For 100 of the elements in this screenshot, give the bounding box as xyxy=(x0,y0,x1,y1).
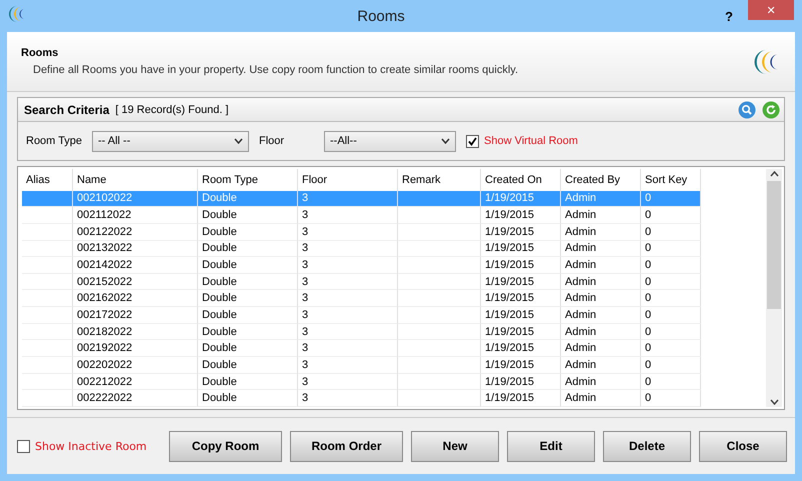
table-cell: Admin xyxy=(561,240,641,258)
floor-dropdown[interactable]: --All-- xyxy=(324,130,456,152)
table-cell: 1/19/2015 xyxy=(481,390,561,408)
table-cell: Admin xyxy=(561,357,641,374)
table-cell: 1/19/2015 xyxy=(481,257,561,274)
table-cell: 002202022 xyxy=(73,357,198,374)
table-cell: 1/19/2015 xyxy=(481,340,561,358)
table-cell xyxy=(22,207,73,224)
window-title: Rooms xyxy=(356,8,406,24)
table-cell: Admin xyxy=(561,274,641,290)
table-cell: 3 xyxy=(298,290,398,308)
table-cell: 0 xyxy=(641,324,701,340)
table-cell: 0 xyxy=(641,357,701,374)
table-cell: 1/19/2015 xyxy=(481,274,561,290)
table-cell xyxy=(22,240,73,258)
table-cell: Double xyxy=(198,390,298,408)
room-type-dropdown[interactable]: -- All -- xyxy=(92,130,249,152)
table-cell: 3 xyxy=(298,307,398,324)
caret-icon xyxy=(441,138,450,144)
checkbox[interactable] xyxy=(466,134,479,148)
table-cell: 0 xyxy=(641,340,701,358)
table-cell: Double xyxy=(198,374,298,390)
table-cell xyxy=(22,324,73,340)
close-button[interactable]: ✕ xyxy=(748,0,794,20)
table-cell xyxy=(22,224,73,241)
table-cell: 1/19/2015 xyxy=(481,324,561,340)
table-cell: 002102022 xyxy=(73,190,198,208)
table-cell: Admin xyxy=(561,207,641,224)
scrollbar[interactable] xyxy=(766,169,782,407)
table-cell: Admin xyxy=(561,307,641,324)
search-icon[interactable] xyxy=(738,100,756,118)
table-cell xyxy=(22,257,73,274)
action-button[interactable]: Close xyxy=(699,430,787,462)
table-cell: 0 xyxy=(641,224,701,241)
refresh-icon[interactable] xyxy=(762,100,780,118)
table-cell: Double xyxy=(198,340,298,358)
table-cell: Admin xyxy=(561,257,641,274)
table-cell: 002182022 xyxy=(73,324,198,340)
help-button[interactable]: ? xyxy=(716,5,742,27)
table-cell: Admin xyxy=(561,324,641,340)
table-cell: 002192022 xyxy=(73,340,198,358)
table-cell: 002222022 xyxy=(73,390,198,408)
table-cell: 0 xyxy=(641,190,701,208)
table-cell: Double xyxy=(198,207,298,224)
table-cell: Double xyxy=(198,240,298,258)
table-cell: 002132022 xyxy=(73,240,198,258)
table-cell: Admin xyxy=(561,390,641,408)
table-cell: 1/19/2015 xyxy=(481,357,561,374)
scroll-up-icon[interactable] xyxy=(770,169,778,179)
table-cell: Admin xyxy=(561,374,641,390)
table-cell: 0 xyxy=(641,374,701,390)
table-cell: 3 xyxy=(298,207,398,224)
table-cell: 3 xyxy=(298,374,398,390)
table-cell xyxy=(22,274,73,290)
table-cell: Double xyxy=(198,274,298,290)
table-cell: Double xyxy=(198,307,298,324)
table-cell xyxy=(22,357,73,374)
table-cell: 3 xyxy=(298,190,398,208)
record-count: [ 19 Record(s) Found. ] xyxy=(115,104,230,116)
table-cell xyxy=(22,390,73,408)
table-cell: 002172022 xyxy=(73,307,198,324)
table-cell: 002162022 xyxy=(73,290,198,308)
table-cell: Double xyxy=(198,357,298,374)
table-cell: Admin xyxy=(561,190,641,208)
table-cell: 3 xyxy=(298,274,398,290)
table-cell: Double xyxy=(198,324,298,340)
table-cell: 002122022 xyxy=(73,224,198,241)
action-button[interactable]: Room Order xyxy=(290,430,403,462)
table-cell: Admin xyxy=(561,340,641,358)
action-button[interactable]: Delete xyxy=(603,430,691,462)
table-cell: Double xyxy=(198,257,298,274)
table-cell: 0 xyxy=(641,207,701,224)
table-cell: 0 xyxy=(641,290,701,308)
table-cell: 3 xyxy=(298,357,398,374)
table-cell xyxy=(22,374,73,390)
floor-label: Floor xyxy=(259,135,286,147)
action-button[interactable]: New xyxy=(411,430,499,462)
search-criteria-title: Search Criteria xyxy=(24,102,110,116)
table-cell: Admin xyxy=(561,290,641,308)
table-cell: 002212022 xyxy=(73,374,198,390)
table-cell: Double xyxy=(198,224,298,241)
table-cell: Double xyxy=(198,190,298,208)
table-cell: 0 xyxy=(641,307,701,324)
table-cell: 0 xyxy=(641,390,701,408)
table-cell: Double xyxy=(198,290,298,308)
checkbox[interactable] xyxy=(17,440,30,452)
scroll-down-icon[interactable] xyxy=(770,397,778,407)
header-title: Rooms xyxy=(21,47,60,59)
header-description: Define all Rooms you have in your property. Use copy room function to create similar rooms quickly. xyxy=(32,64,520,76)
table-cell: 002112022 xyxy=(73,207,198,224)
table-cell: Admin xyxy=(561,224,641,241)
action-button[interactable]: Copy Room xyxy=(169,430,282,462)
table-cell xyxy=(22,190,73,208)
action-button[interactable]: Edit xyxy=(507,430,595,462)
table-cell: 1/19/2015 xyxy=(481,307,561,324)
table-cell: 1/19/2015 xyxy=(481,290,561,308)
table-cell xyxy=(22,340,73,358)
table-cell: 002152022 xyxy=(73,274,198,290)
table-cell: 1/19/2015 xyxy=(481,224,561,241)
table-cell: 3 xyxy=(298,257,398,274)
